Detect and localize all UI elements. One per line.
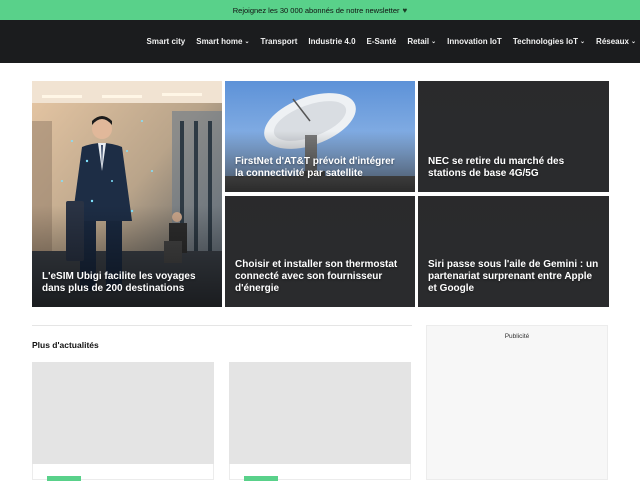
news-card-body[interactable] <box>32 464 214 481</box>
chevron-down-icon: ⌄ <box>580 39 586 45</box>
nav-item-smart-city[interactable]: Smart city <box>147 37 186 46</box>
nav-item-label: Industrie 4.0 <box>308 37 356 46</box>
nav-item-innovation-iot[interactable]: Innovation IoT <box>447 37 502 46</box>
nav-item-transport[interactable]: Transport <box>261 37 298 46</box>
nav-item-label: Technologies IoT <box>512 37 579 46</box>
featured-card-title[interactable]: L'eSIM Ubigi facilite les voyages dans p… <box>42 271 212 295</box>
newsletter-banner[interactable]: Rejoignez les 30 000 abonnés de notre ne… <box>0 0 640 20</box>
nav-item-smart-home[interactable]: Smart home ⌄ <box>196 37 249 46</box>
nav-item-reseaux[interactable]: Réseaux ⌄ <box>596 37 636 46</box>
nav-item-label: Transport <box>260 37 298 46</box>
nav-item-e-sante[interactable]: E-Santé <box>367 37 397 46</box>
category-tag[interactable] <box>244 476 278 481</box>
nav-item-label: Réseaux <box>596 37 629 46</box>
nav-item-retail[interactable]: Retail ⌄ <box>407 37 436 46</box>
featured-card-title[interactable]: FirstNet d'AT&T prévoit d'intégrer la co… <box>235 156 405 180</box>
chevron-down-icon: ⌄ <box>244 39 250 45</box>
ad-label: Publicité <box>504 333 530 340</box>
news-card-image-placeholder[interactable] <box>229 362 411 464</box>
main-navbar: Smart city Smart home ⌄ Transport Industr… <box>0 20 640 63</box>
news-card-body[interactable] <box>229 464 411 481</box>
heart-icon: ♥ <box>402 5 408 15</box>
nav-item-label: Innovation IoT <box>447 37 502 46</box>
nav-item-technologies-iot[interactable]: Technologies IoT ⌄ <box>513 37 585 46</box>
chevron-down-icon: ⌄ <box>431 39 437 45</box>
more-news-heading: Plus d'actualités <box>32 340 99 350</box>
featured-card-thermostat[interactable]: Choisir et installer son thermostat conn… <box>225 196 415 307</box>
news-card-image-placeholder[interactable] <box>32 362 214 464</box>
featured-card-title[interactable]: Choisir et installer son thermostat conn… <box>235 259 405 295</box>
featured-card-firstnet[interactable]: FirstNet d'AT&T prévoit d'intégrer la co… <box>225 81 415 192</box>
category-tag[interactable] <box>47 476 81 481</box>
featured-grid: L'eSIM Ubigi facilite les voyages dans p… <box>32 81 609 307</box>
featured-card-siri[interactable]: Siri passe sous l'aile de Gemini : un pa… <box>418 196 609 307</box>
section-divider <box>32 325 412 326</box>
advertisement-box[interactable]: Publicité <box>426 325 608 480</box>
nav-item-label: Smart home <box>196 37 243 46</box>
chevron-down-icon: ⌄ <box>630 39 636 45</box>
nav-item-label: Retail <box>407 37 430 46</box>
featured-card-title[interactable]: NEC se retire du marché des stations de … <box>428 156 599 180</box>
featured-card-main[interactable]: L'eSIM Ubigi facilite les voyages dans p… <box>32 81 222 307</box>
featured-card-title[interactable]: Siri passe sous l'aile de Gemini : un pa… <box>428 259 599 295</box>
nav-item-label: Smart city <box>146 37 186 46</box>
nav-item-label: E-Santé <box>366 37 397 46</box>
featured-card-nec[interactable]: NEC se retire du marché des stations de … <box>418 81 609 192</box>
nav-menu: Smart city Smart home ⌄ Transport Industr… <box>147 20 636 63</box>
newsletter-banner-text[interactable]: Rejoignez les 30 000 abonnés de notre ne… <box>233 6 400 15</box>
nav-item-industrie[interactable]: Industrie 4.0 <box>308 37 355 46</box>
